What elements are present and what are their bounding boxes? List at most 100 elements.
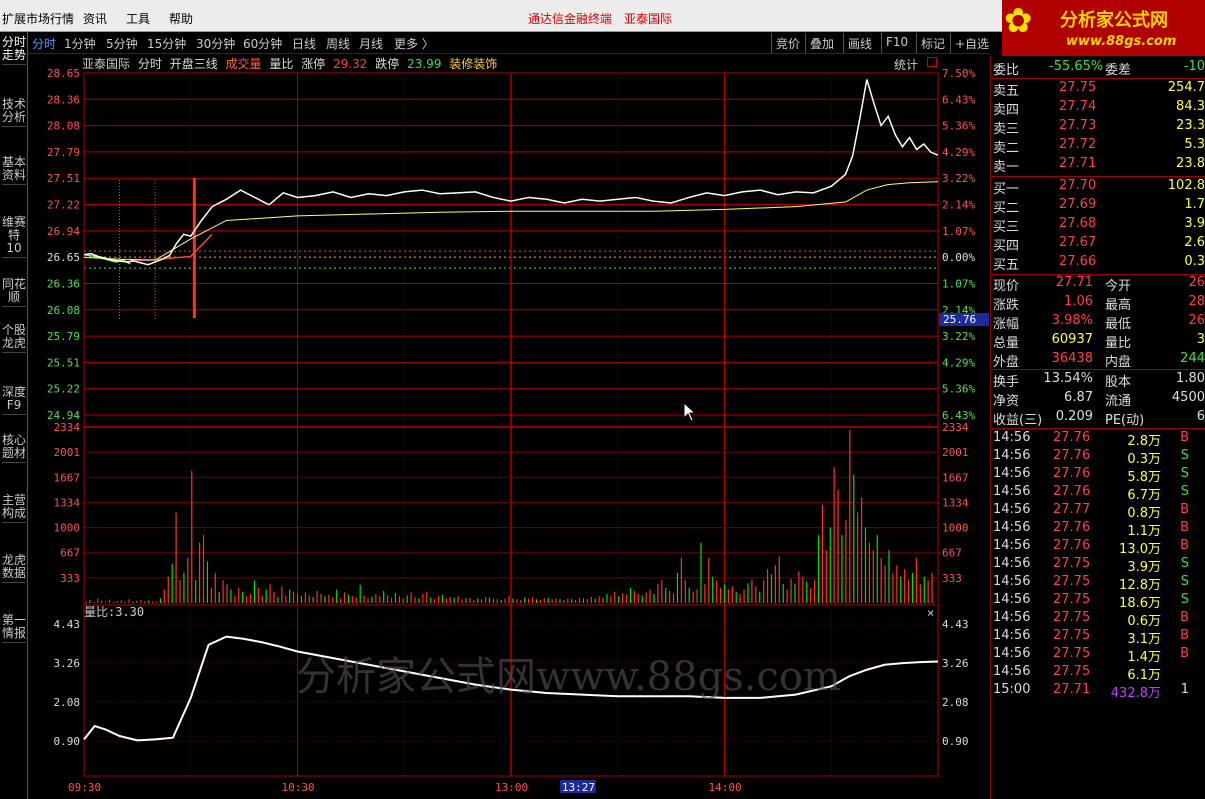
- stat-value-2: 28: [1188, 294, 1205, 309]
- ratio-axis-label-right: 2.08: [942, 696, 969, 709]
- tick-price: 27.76: [1053, 520, 1091, 535]
- sell-level-row: 卖四 27.74 84.3: [993, 99, 1205, 118]
- buy-level-price: 27.66: [1059, 254, 1097, 269]
- buy-level-volume: 2.6: [1184, 235, 1205, 250]
- stat-row: 现价 27.71 今开 26: [993, 275, 1205, 294]
- ratio-axis-label-right: 4.43: [942, 618, 969, 631]
- tick-direction: B: [1180, 430, 1189, 445]
- tick-volume: 6.1万: [1127, 668, 1161, 683]
- price-axis-label: 28.08: [47, 120, 80, 133]
- tick-time: 14:56: [993, 664, 1031, 679]
- weibi-value: -55.65%: [1049, 59, 1104, 74]
- price-axis-label: 27.22: [47, 199, 80, 212]
- pct-axis-label: 7.50%: [942, 67, 975, 80]
- watermark: 分析家公式网www.88gs.com: [296, 654, 841, 700]
- tick-volume: 5.8万: [1127, 470, 1161, 485]
- early-red-line: [130, 233, 213, 261]
- tick-time: 14:56: [993, 574, 1031, 589]
- time-axis-label: 13:00: [495, 781, 528, 794]
- tick-direction: B: [1180, 646, 1189, 661]
- stat-label-2: 最低: [1105, 317, 1132, 332]
- tick-time: 14:56: [993, 466, 1031, 481]
- buy-level-volume: 102.8: [1167, 178, 1205, 193]
- volume-axis-label-right: 1667: [942, 471, 969, 484]
- stat-value: 3.98%: [1051, 313, 1093, 328]
- sell-level-volume: 84.3: [1176, 99, 1205, 114]
- buy-level-label: 买三: [993, 220, 1020, 235]
- buy-level-label: 买一: [993, 182, 1020, 197]
- weicha-value: -10: [1183, 59, 1205, 74]
- sell-level-row: 卖三 27.73 23.3: [993, 118, 1205, 137]
- info-label: 换手: [993, 375, 1020, 390]
- info-label-2: 股本: [1105, 375, 1132, 390]
- tick-row: 15:00 27.71 432.8万 1: [993, 682, 1205, 701]
- buy-level-label: 买五: [993, 258, 1020, 273]
- ratio-axis-label: 3.26: [54, 657, 81, 670]
- buy-level-price: 27.69: [1059, 197, 1097, 212]
- info-label-2: PE(动): [1105, 413, 1145, 428]
- stat-label: 总量: [993, 336, 1020, 351]
- stat-label-2: 内盘: [1105, 355, 1132, 370]
- stat-label: 涨跌: [993, 298, 1020, 313]
- tick-row: 14:56 27.75 12.8万 S: [993, 574, 1205, 593]
- tick-direction: B: [1180, 538, 1189, 553]
- mouse-cursor-icon: [683, 402, 697, 422]
- tick-direction: S: [1180, 592, 1189, 607]
- sell-level-volume: 254.7: [1167, 80, 1205, 95]
- tick-price: 27.75: [1053, 574, 1091, 589]
- stat-value: 36438: [1051, 351, 1093, 366]
- intraday-chart[interactable]: 28.65 7.50% 28.36 6.43% 28.08 5.36% 27.79 4.29%…: [0, 0, 990, 799]
- tick-price: 27.76: [1053, 448, 1091, 463]
- ratio-panel-label: 量比:3.30: [84, 605, 144, 619]
- divider: [991, 176, 1205, 177]
- buy-level-volume: 3.9: [1184, 216, 1205, 231]
- sell-level-label: 卖一: [993, 160, 1020, 175]
- volume-axis-label: 333: [60, 572, 80, 585]
- ratio-axis-label: 2.08: [54, 696, 81, 709]
- logo-title: 分析家公式网: [1060, 10, 1168, 31]
- cursor-time-label: 13:27: [562, 781, 595, 794]
- tick-price: 27.75: [1053, 646, 1091, 661]
- tick-row: 14:56 27.75 1.4万 B: [993, 646, 1205, 665]
- stat-row: 涨跌 1.06 最高 28: [993, 294, 1205, 313]
- sell-level-row: 卖五 27.75 254.7: [993, 80, 1205, 99]
- stat-label: 现价: [993, 279, 1020, 294]
- buy-level-price: 27.67: [1059, 235, 1097, 250]
- pct-axis-label: 5.36%: [942, 120, 975, 133]
- divider: [991, 428, 1205, 429]
- price-axis-label: 25.79: [47, 330, 80, 343]
- time-axis-label: 14:00: [709, 781, 742, 794]
- price-axis-label: 28.36: [47, 93, 80, 106]
- buy-level-price: 27.70: [1059, 178, 1097, 193]
- buy-level-row: 买五 27.66 0.3: [993, 254, 1205, 273]
- ratio-axis-label-right: 3.26: [942, 657, 969, 670]
- stat-label-2: 今开: [1105, 279, 1132, 294]
- tick-volume: 1.1万: [1127, 524, 1161, 539]
- stat-value-2: 26: [1188, 275, 1205, 290]
- quote-panel: 委比 -55.65% 委差 -10 卖五 27.75 254.7 卖四 27.74 84.3 卖三 2…: [990, 56, 1205, 799]
- buy-level-price: 27.68: [1059, 216, 1097, 231]
- volume-axis-label-right: 1334: [942, 496, 969, 509]
- price-axis-label: 27.79: [47, 146, 80, 159]
- sell-level-volume: 23.8: [1176, 156, 1205, 171]
- sell-level-row: 卖一 27.71 23.8: [993, 156, 1205, 175]
- stat-value-2: 26: [1188, 313, 1205, 328]
- info-value-2: 6: [1196, 409, 1205, 424]
- pct-axis-label: 3.22%: [942, 330, 975, 343]
- price-axis-label: 26.08: [47, 304, 80, 317]
- volume-axis-label: 1000: [54, 522, 81, 535]
- pct-axis-label: 1.07%: [942, 225, 975, 238]
- stat-label-2: 最高: [1105, 298, 1132, 313]
- buy-level-label: 买四: [993, 239, 1020, 254]
- pct-axis-label: 4.29%: [942, 356, 975, 369]
- price-axis-label: 25.22: [47, 383, 80, 396]
- tick-time: 15:00: [993, 682, 1031, 697]
- buy-level-row: 买一 27.70 102.8: [993, 178, 1205, 197]
- volume-axis-label: 2334: [54, 421, 81, 434]
- ratio-axis-label-right: 0.90: [942, 735, 969, 748]
- volume-axis-label-right: 2334: [942, 421, 969, 434]
- tick-volume: 13.0万: [1119, 542, 1161, 557]
- ratio-axis-label: 4.43: [54, 618, 81, 631]
- pct-axis-label: 1.07%: [942, 277, 975, 290]
- price-axis-label: 26.65: [47, 251, 80, 264]
